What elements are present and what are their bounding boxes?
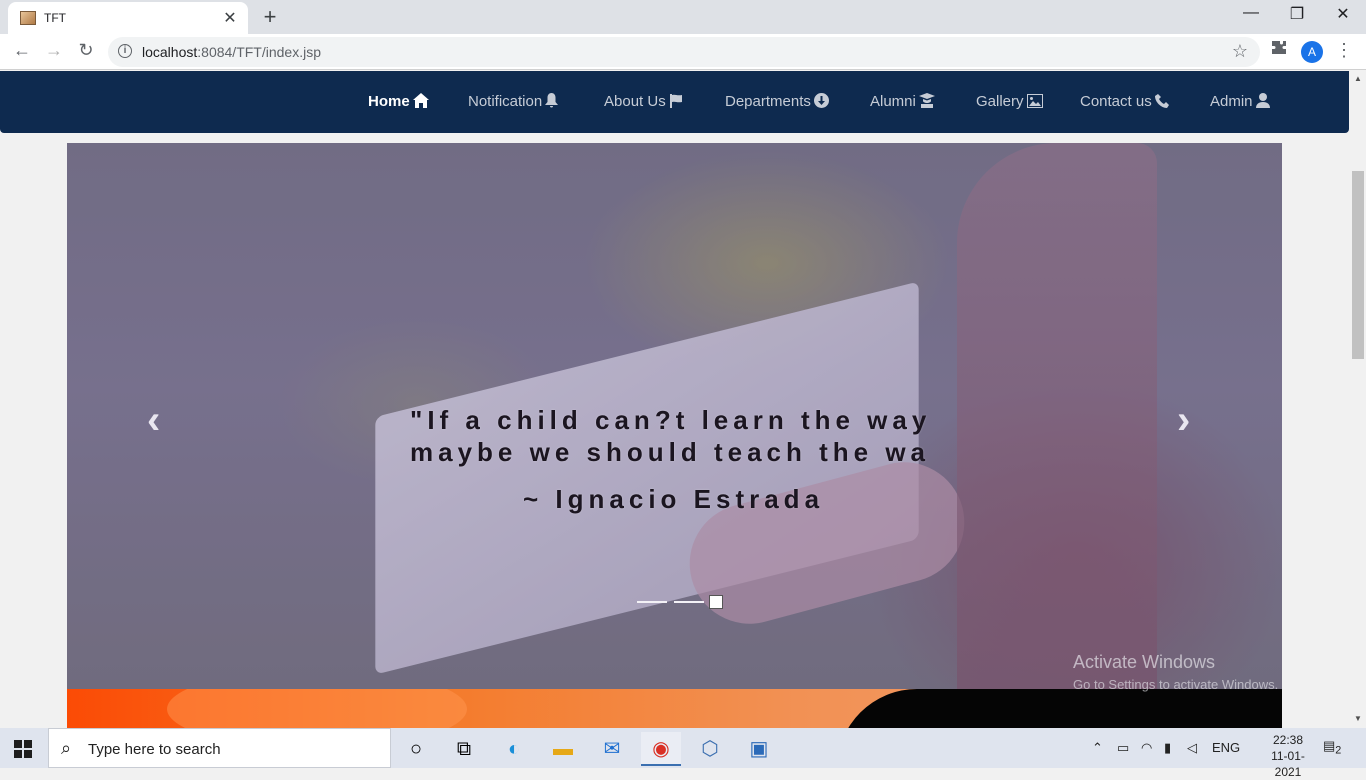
bell-icon [545, 93, 559, 108]
activate-windows-title: Activate Windows [1073, 652, 1216, 672]
mail-icon[interactable]: ✉ [592, 732, 632, 766]
graduate-icon [918, 93, 935, 108]
site-navbar: Home Notification About Us Departments A… [0, 71, 1349, 133]
carousel-prev-icon[interactable]: ‹ [147, 398, 160, 443]
minimize-button[interactable]: — [1228, 4, 1274, 22]
orange-banner [67, 689, 1282, 728]
tab-title: TFT [44, 11, 66, 25]
photos-icon[interactable]: ▣ [739, 732, 779, 766]
browser-tab[interactable]: TFT ✕ [8, 2, 248, 34]
user-icon [1255, 93, 1270, 108]
scrollbar-thumb[interactable] [1352, 171, 1364, 359]
page-scrollbar[interactable]: ▲ ▼ [1350, 71, 1366, 728]
banner-swoosh [167, 689, 467, 728]
notification-center-icon[interactable]: ▤2 [1323, 738, 1345, 757]
scroll-down-icon[interactable]: ▼ [1354, 714, 1362, 723]
restore-button[interactable]: ❐ [1274, 4, 1320, 24]
carousel-next-icon[interactable]: › [1177, 398, 1190, 443]
activate-windows-subtitle: Go to Settings to activate Windows. [1073, 677, 1279, 692]
notification-count: 2 [1335, 744, 1342, 757]
browser-tab-strip: TFT ✕ + — ❐ ✕ [0, 0, 1366, 34]
edge-icon[interactable]: ◐ [494, 732, 534, 766]
close-tab-icon[interactable]: ✕ [220, 8, 240, 28]
scroll-up-icon[interactable]: ▲ [1354, 74, 1362, 83]
close-window-button[interactable]: ✕ [1320, 4, 1366, 24]
new-tab-button[interactable]: + [258, 4, 282, 30]
taskbar-clock[interactable]: 22:38 11-01-2021 [1258, 732, 1318, 780]
battery-icon[interactable]: ▮ [1164, 740, 1171, 756]
site-info-icon[interactable]: i [118, 44, 132, 58]
carousel-indicator-3[interactable] [709, 595, 723, 609]
phone-icon [1154, 94, 1169, 108]
nav-notification[interactable]: Notification [468, 93, 559, 110]
forward-icon[interactable]: → [42, 40, 66, 61]
virtualbox-icon[interactable]: ⬡ [690, 732, 730, 766]
wifi-icon[interactable]: ◠ [1141, 740, 1152, 756]
nav-departments[interactable]: Departments [725, 93, 829, 110]
taskbar-search-box[interactable]: ⌕ Type here to search [48, 728, 391, 768]
nav-home[interactable]: Home [368, 93, 429, 110]
quote-line-2: maybe we should teach the wa [410, 437, 930, 467]
nav-alumni[interactable]: Alumni [870, 93, 935, 110]
chrome-icon[interactable]: ◉ [641, 732, 681, 766]
extensions-icon[interactable] [1267, 40, 1291, 61]
flag-icon [669, 94, 682, 108]
bookmark-star-icon[interactable]: ☆ [1232, 41, 1248, 62]
cortana-icon[interactable]: ○ [396, 732, 436, 766]
search-icon: ⌕ [61, 738, 72, 758]
page-viewport: Home Notification About Us Departments A… [0, 71, 1350, 728]
banner-silhouette [837, 689, 1282, 728]
windows-start-icon[interactable] [14, 740, 32, 758]
browser-toolbar: ← → ↻ i localhost:8084/TFT/index.jsp ☆ A… [0, 34, 1366, 70]
hero-carousel: ‹ › "If a child can?t learn the way mayb… [67, 143, 1282, 689]
file-explorer-icon[interactable]: ▬ [543, 732, 583, 766]
task-view-icon[interactable]: ⧉ [444, 732, 484, 766]
nav-admin[interactable]: Admin [1210, 93, 1270, 110]
tray-chevron-icon[interactable]: ⌃ [1092, 740, 1103, 756]
favicon-icon [20, 11, 36, 25]
language-indicator[interactable]: ENG [1212, 740, 1240, 755]
url-text[interactable]: localhost:8084/TFT/index.jsp [142, 44, 321, 60]
windows-taskbar: ⌕ Type here to search ○ ⧉ ◐ ▬ ✉ ◉ ⬡ ▣ ⌃ … [0, 728, 1366, 779]
carousel-indicator-1[interactable] [637, 601, 667, 603]
meet-now-icon[interactable]: ▭ [1117, 740, 1129, 756]
image-icon [1026, 94, 1043, 108]
menu-kebab-icon[interactable]: ⋮ [1332, 40, 1356, 61]
profile-avatar[interactable]: A [1301, 41, 1323, 63]
arrow-circle-down-icon [813, 93, 829, 108]
carousel-indicator-2[interactable] [674, 601, 704, 603]
nav-gallery[interactable]: Gallery [976, 93, 1043, 110]
reload-icon[interactable]: ↻ [74, 40, 98, 61]
quote-line-1: "If a child can?t learn the way [410, 405, 932, 435]
clock-time: 22:38 [1272, 733, 1304, 747]
back-icon[interactable]: ← [10, 40, 34, 61]
nav-about-us[interactable]: About Us [604, 93, 683, 110]
nav-contact-us[interactable]: Contact us [1080, 93, 1169, 110]
home-icon [412, 93, 429, 108]
quote-author: ~ Ignacio Estrada [523, 484, 825, 514]
search-placeholder: Type here to search [88, 741, 221, 758]
clock-date: 11-01-2021 [1271, 749, 1305, 779]
address-bar[interactable]: i localhost:8084/TFT/index.jsp ☆ [108, 37, 1260, 67]
volume-icon[interactable]: ◁ [1187, 740, 1197, 756]
